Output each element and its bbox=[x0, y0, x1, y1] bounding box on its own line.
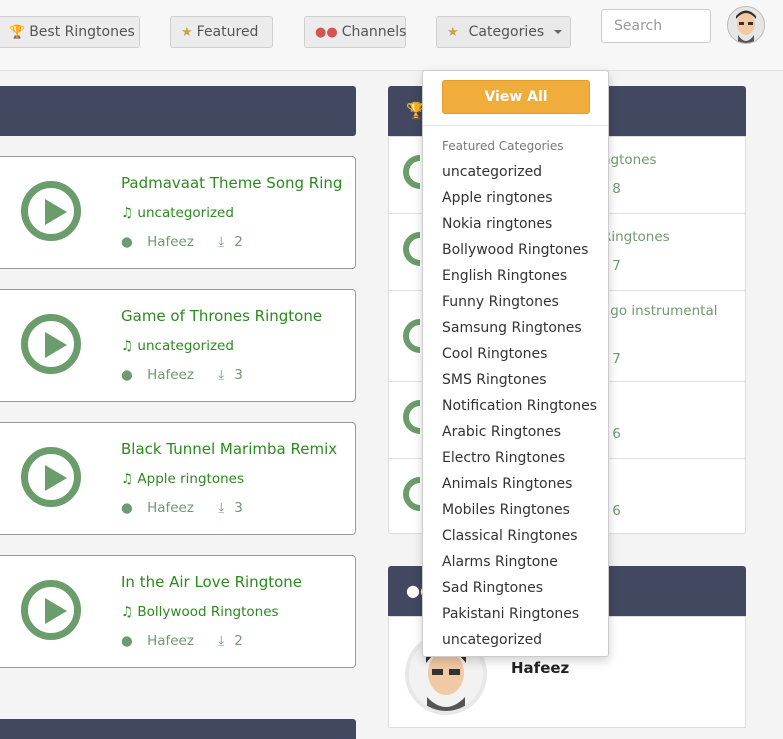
author-label: Hafeez bbox=[147, 367, 194, 383]
category-list: uncategorized Apple ringtones Nokia ring… bbox=[442, 159, 597, 653]
play-icon[interactable] bbox=[21, 181, 81, 241]
ringtone-title[interactable]: In the Air Love Ringtone bbox=[121, 573, 343, 591]
author-label: Hafeez bbox=[147, 500, 194, 516]
category-item[interactable]: SMS Ringtones bbox=[442, 367, 597, 393]
categories-dropdown-button[interactable]: ★ Categories bbox=[436, 16, 571, 48]
category-label: uncategorized bbox=[137, 338, 234, 354]
ringtone-category[interactable]: ♫ Apple ringtones bbox=[121, 471, 244, 487]
ringtone-card[interactable]: Padmavaat Theme Song Ringtone ♫ uncatego… bbox=[0, 156, 356, 269]
download-icon: ⤓ bbox=[218, 500, 225, 516]
downloads: ⤓ 3 bbox=[218, 367, 253, 383]
user-icon: ● bbox=[121, 234, 133, 250]
category-item[interactable]: Apple ringtones bbox=[442, 185, 597, 211]
dropdown-header: Featured Categories bbox=[442, 139, 564, 153]
play-icon[interactable] bbox=[21, 447, 81, 507]
downloads: ⤓ 3 bbox=[218, 500, 253, 516]
star-icon: ★ bbox=[447, 24, 459, 40]
user-name[interactable]: Hafeez bbox=[511, 659, 569, 677]
divider bbox=[423, 125, 608, 126]
best-ringtones-label: Best Ringtones bbox=[29, 24, 135, 40]
play-icon[interactable] bbox=[21, 314, 81, 374]
category-item[interactable]: Samsung Ringtones bbox=[442, 315, 597, 341]
downloads-count: 3 bbox=[234, 367, 243, 383]
downloads-count: 2 bbox=[234, 234, 243, 250]
channels-label: Channels bbox=[341, 24, 407, 40]
category-item[interactable]: Nokia ringtones bbox=[442, 211, 597, 237]
category-item[interactable]: Pakistani Ringtones bbox=[442, 601, 597, 627]
category-item[interactable]: uncategorized bbox=[442, 627, 597, 653]
author-label: Hafeez bbox=[147, 633, 194, 649]
star-icon: ★ bbox=[181, 24, 193, 40]
downloads-count: 2 bbox=[234, 633, 243, 649]
category-item[interactable]: Classical Ringtones bbox=[442, 523, 597, 549]
author[interactable]: ● Hafeez bbox=[121, 500, 204, 516]
music-note-icon: ♫ bbox=[121, 604, 134, 620]
category-item[interactable]: uncategorized bbox=[442, 159, 597, 185]
user-icon: ● bbox=[121, 500, 133, 516]
music-note-icon: ♫ bbox=[121, 338, 134, 354]
ringtone-meta: ● Hafeez ⤓ 3 bbox=[121, 500, 263, 516]
list-item-title[interactable]: ngtones bbox=[602, 152, 657, 168]
ringtone-category[interactable]: ♫ uncategorized bbox=[121, 338, 234, 354]
ringtone-card[interactable]: In the Air Love Ringtone ♫ Bollywood Rin… bbox=[0, 555, 356, 668]
category-item[interactable]: Cool Ringtones bbox=[442, 341, 597, 367]
downloads: ⤓ 2 bbox=[218, 633, 253, 649]
category-item[interactable]: Electro Ringtones bbox=[442, 445, 597, 471]
category-item[interactable]: Mobiles Ringtones bbox=[442, 497, 597, 523]
ringtone-category[interactable]: ♫ uncategorized bbox=[121, 205, 234, 221]
caret-down-icon bbox=[554, 30, 563, 34]
ringtone-title[interactable]: Padmavaat Theme Song Ringtone bbox=[121, 174, 343, 192]
category-label: Bollywood Ringtones bbox=[137, 604, 279, 620]
featured-button[interactable]: ★ Featured bbox=[170, 16, 273, 48]
top-navbar: 🏆 Best Ringtones ★ Featured ●● Channels … bbox=[0, 0, 783, 71]
category-item[interactable]: Animals Ringtones bbox=[442, 471, 597, 497]
avatar-image bbox=[728, 7, 764, 43]
user-icon: ● bbox=[121, 633, 133, 649]
category-item[interactable]: English Ringtones bbox=[442, 263, 597, 289]
play-icon[interactable] bbox=[21, 580, 81, 640]
featured-label: Featured bbox=[196, 24, 259, 40]
view-all-button[interactable]: View All bbox=[442, 80, 590, 114]
trophy-icon: 🏆 bbox=[9, 24, 26, 40]
category-item[interactable]: Funny Ringtones bbox=[442, 289, 597, 315]
channels-button[interactable]: ●● Channels bbox=[304, 16, 406, 48]
ringtone-card[interactable]: Black Tunnel Marimba Remix Ringtone ♫ Ap… bbox=[0, 422, 356, 535]
downloads: ⤓ 2 bbox=[218, 234, 253, 250]
categories-dropdown-menu: View All Featured Categories uncategoriz… bbox=[422, 70, 609, 657]
ringtones-panel-header bbox=[0, 86, 356, 136]
search-input[interactable] bbox=[601, 9, 711, 43]
list-item-title[interactable]: ago instrumental bbox=[602, 303, 717, 319]
download-icon: ⤓ bbox=[218, 367, 225, 383]
user-icon: ● bbox=[121, 367, 133, 383]
category-item[interactable]: Sad Ringtones bbox=[442, 575, 597, 601]
users-icon: ●● bbox=[315, 24, 338, 40]
category-item[interactable]: Notification Ringtones bbox=[442, 393, 597, 419]
music-note-icon: ♫ bbox=[121, 205, 134, 221]
downloads-count: 3 bbox=[234, 500, 243, 516]
best-ringtones-button[interactable]: 🏆 Best Ringtones bbox=[0, 16, 140, 48]
category-item[interactable]: Arabic Ringtones bbox=[442, 419, 597, 445]
download-icon: ⤓ bbox=[218, 234, 225, 250]
next-panel-header bbox=[0, 719, 356, 739]
list-item-title[interactable]: Ringtones bbox=[602, 229, 670, 245]
ringtone-meta: ● Hafeez ⤓ 2 bbox=[121, 234, 263, 250]
ringtone-meta: ● Hafeez ⤓ 3 bbox=[121, 367, 263, 383]
category-label: Apple ringtones bbox=[137, 471, 245, 487]
ringtone-title[interactable]: Black Tunnel Marimba Remix Ringtone bbox=[121, 440, 343, 458]
ringtone-category[interactable]: ♫ Bollywood Ringtones bbox=[121, 604, 279, 620]
ringtone-title[interactable]: Game of Thrones Ringtone bbox=[121, 307, 343, 325]
category-item[interactable]: Bollywood Ringtones bbox=[442, 237, 597, 263]
ringtone-card[interactable]: Game of Thrones Ringtone ♫ uncategorized… bbox=[0, 289, 356, 402]
author-label: Hafeez bbox=[147, 234, 194, 250]
music-note-icon: ♫ bbox=[121, 471, 134, 487]
user-avatar[interactable] bbox=[727, 6, 765, 44]
ringtone-meta: ● Hafeez ⤓ 2 bbox=[121, 633, 263, 649]
categories-label: Categories bbox=[468, 24, 545, 40]
author[interactable]: ● Hafeez bbox=[121, 633, 204, 649]
author[interactable]: ● Hafeez bbox=[121, 234, 204, 250]
author[interactable]: ● Hafeez bbox=[121, 367, 204, 383]
category-label: uncategorized bbox=[137, 205, 234, 221]
download-icon: ⤓ bbox=[218, 633, 225, 649]
category-item[interactable]: Alarms Ringtone bbox=[442, 549, 597, 575]
